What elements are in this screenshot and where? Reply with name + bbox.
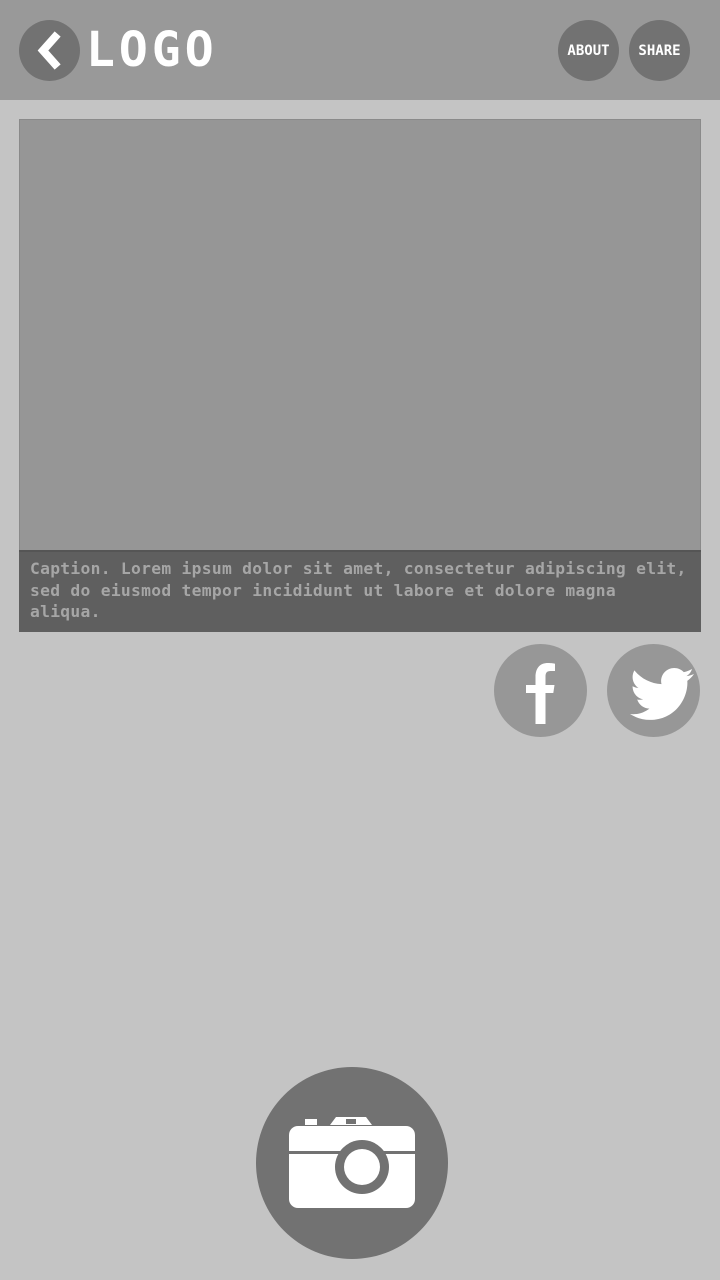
media-caption: Caption. Lorem ipsum dolor sit amet, con… <box>19 550 701 632</box>
camera-icon <box>289 1117 415 1208</box>
facebook-icon <box>526 663 555 724</box>
share-button[interactable]: SHARE <box>629 20 690 81</box>
camera-capture-button[interactable] <box>256 1067 448 1259</box>
twitter-share-button[interactable] <box>607 644 700 737</box>
about-button-label: ABOUT <box>567 42 610 59</box>
back-button[interactable] <box>19 20 80 81</box>
twitter-icon <box>630 668 694 720</box>
about-button[interactable]: ABOUT <box>558 20 619 81</box>
logo: LOGO <box>86 22 218 78</box>
share-button-label: SHARE <box>638 42 681 59</box>
header-bar: LOGO ABOUT SHARE <box>0 0 720 100</box>
chevron-left-icon <box>37 31 61 70</box>
page: LOGO ABOUT SHARE Caption. Lorem ipsum do… <box>0 0 720 1280</box>
facebook-share-button[interactable] <box>494 644 587 737</box>
